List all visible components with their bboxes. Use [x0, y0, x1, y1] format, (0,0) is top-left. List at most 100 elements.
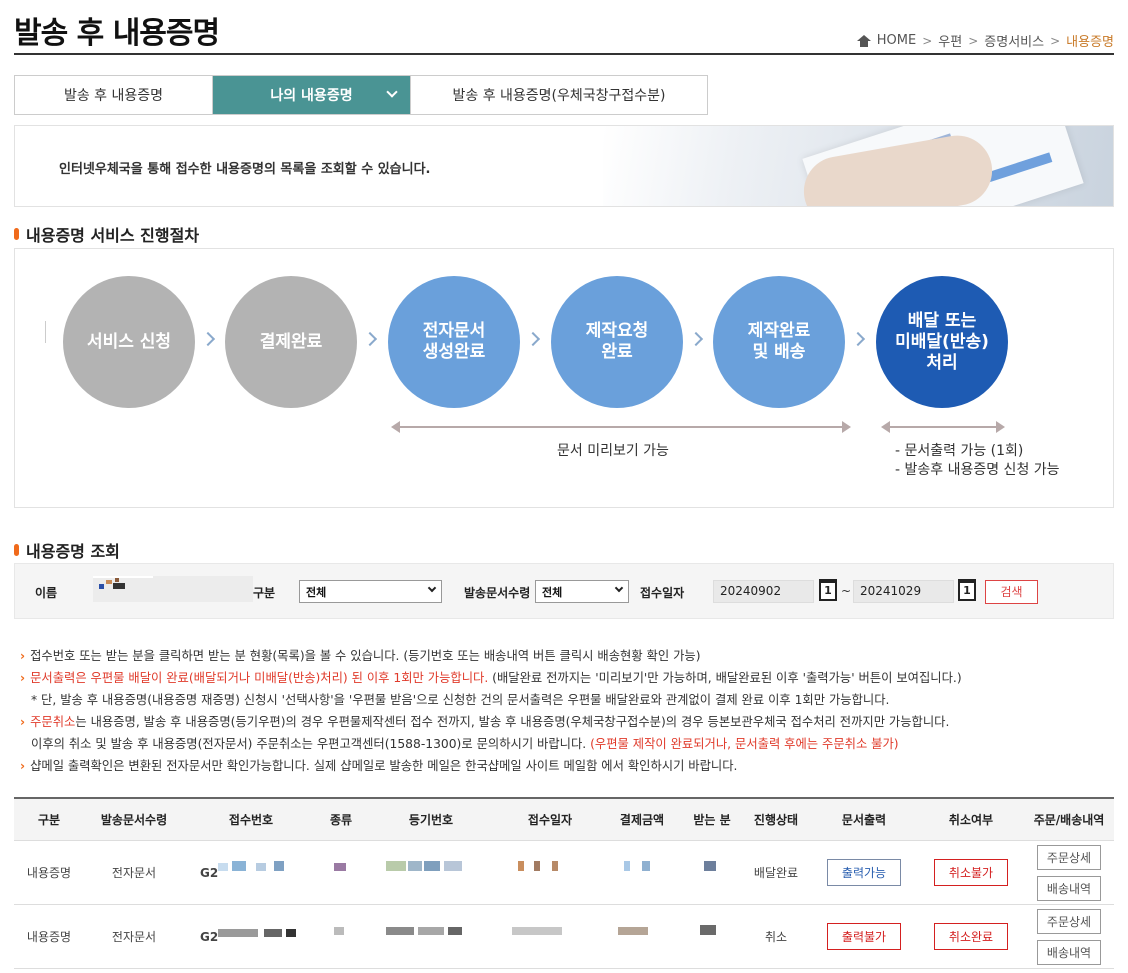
- step-delivery-processed: 배달 또는 미배달(반송) 처리: [876, 276, 1008, 408]
- cell-order-delivery: 주문상세 배송내역: [1024, 905, 1114, 968]
- calendar-icon[interactable]: 1: [819, 579, 837, 601]
- qty-label: 발송문서수령: [464, 586, 531, 600]
- cell-recipient[interactable]: [682, 905, 742, 968]
- order-detail-button[interactable]: 주문상세: [1037, 844, 1101, 870]
- delivery-history-button[interactable]: 배송내역: [1037, 939, 1101, 965]
- cell-cancel: 취소완료: [918, 905, 1024, 968]
- breadcrumb-separator-icon: >: [1050, 33, 1061, 48]
- home-icon[interactable]: [856, 34, 871, 47]
- search-title-text: 내용증명 조회: [26, 542, 120, 561]
- cell-type: 내용증명: [26, 930, 72, 944]
- breadcrumb-item-cert[interactable]: 증명서비스: [984, 31, 1044, 50]
- arrow-right-icon: [688, 331, 704, 347]
- table-row: 내용증명 전자문서 G2 배달완료 출력가능 취소불가 주문상세 배송내역: [14, 841, 1114, 905]
- type-select[interactable]: 전체: [299, 580, 442, 603]
- breadcrumb-item-post[interactable]: 우편: [938, 31, 962, 50]
- col-header: 접수번호: [228, 813, 274, 827]
- cell-amount: [602, 905, 682, 968]
- tab-after-send[interactable]: 발송 후 내용증명: [15, 76, 212, 114]
- step-production-shipped: 제작완료 및 배송: [713, 276, 845, 408]
- cancel-unavailable-button[interactable]: 취소불가: [934, 859, 1008, 886]
- arrow-right-icon: [525, 331, 541, 347]
- preview-note: 문서 미리보기 가능: [557, 443, 669, 459]
- chevron-down-icon: [614, 583, 624, 593]
- cell-print: 출력가능: [810, 841, 918, 904]
- date-to-input[interactable]: 20241029: [853, 580, 954, 603]
- cell-status: 취소: [764, 930, 788, 944]
- note-item: 이후의 취소 및 발송 후 내용증명(전자문서) 주문취소는 우편고객센터(15…: [31, 737, 899, 751]
- col-header: 결제금액: [619, 813, 665, 827]
- breadcrumb-current: 내용증명: [1066, 35, 1114, 50]
- cancel-complete-button[interactable]: 취소완료: [934, 923, 1008, 950]
- note-item: › 문서출력은 우편물 배달이 완료(배달되거나 미배달(반송)처리) 된 이후 …: [20, 671, 962, 685]
- cell-amount: [602, 841, 682, 904]
- tab-after-send-counter[interactable]: 발송 후 내용증명(우체국창구접수분): [410, 76, 707, 114]
- cell-recv: 전자문서: [111, 866, 157, 880]
- tab-my-certified[interactable]: 나의 내용증명: [212, 76, 410, 114]
- cell-kind: [318, 905, 364, 968]
- order-detail-button[interactable]: 주문상세: [1037, 908, 1101, 934]
- process-title-text: 내용증명 서비스 진행절차: [26, 226, 200, 245]
- calendar-icon[interactable]: 1: [958, 579, 976, 601]
- cell-cancel: 취소불가: [918, 841, 1024, 904]
- print-available-button[interactable]: 출력가능: [827, 859, 901, 886]
- cell-date: [498, 905, 602, 968]
- cell-recipient[interactable]: [682, 841, 742, 904]
- col-header: 받는 분: [693, 813, 731, 827]
- step-edoc-created: 전자문서 생성완료: [388, 276, 520, 408]
- qty-select[interactable]: 전체: [535, 580, 629, 603]
- section-bullet-icon: [14, 544, 19, 556]
- col-header: 취소여부: [948, 813, 994, 827]
- process-section-title: 내용증명 서비스 진행절차: [14, 222, 199, 246]
- search-section-title: 내용증명 조회: [14, 538, 120, 562]
- breadcrumb-separator-icon: >: [922, 33, 933, 48]
- usage-notes: › 접수번호 또는 받는 분을 클릭하면 받는 분 현황(목록)을 볼 수 있습니…: [20, 645, 962, 777]
- col-header: 구분: [37, 813, 61, 827]
- tab-bar: 발송 후 내용증명 나의 내용증명 발송 후 내용증명(우체국창구접수분): [14, 75, 708, 115]
- col-header: 문서출력: [841, 813, 887, 827]
- cell-receipt-no[interactable]: G2: [184, 905, 318, 968]
- process-diagram: 서비스 신청 결제완료 전자문서 생성완료 제작요청 완료 제작완료 및 배송 배달 …: [14, 248, 1114, 508]
- table-row: 내용증명 전자문서 G2 취소 출력불가 취소완료 주문상세 배송내역: [14, 905, 1114, 969]
- col-header: 등기번호: [408, 813, 454, 827]
- title-divider: [14, 53, 1114, 55]
- cell-registered-no[interactable]: [364, 841, 498, 904]
- cell-registered-no[interactable]: [364, 905, 498, 968]
- print-range-arrow: [881, 421, 1005, 433]
- date-from-input[interactable]: 20240902: [713, 580, 814, 603]
- chevron-down-icon: [427, 583, 437, 593]
- info-banner: 인터넷우체국을 통해 접수한 내용증명의 목록을 조회할 수 있습니다.: [14, 125, 1114, 207]
- chevron-down-icon[interactable]: [386, 86, 398, 98]
- cell-receipt-no[interactable]: G2: [184, 841, 318, 904]
- cell-order-delivery: 주문상세 배송내역: [1024, 841, 1114, 904]
- col-header: 주문/배송내역: [1033, 813, 1105, 827]
- banner-illustration: [603, 126, 1113, 206]
- page-title: 발송 후 내용증명: [14, 16, 220, 51]
- search-form: 이름 구분 전체 발송문서수령 전체 접수일자 20240902 1 ~ 202…: [14, 563, 1114, 619]
- type-label: 구분: [253, 586, 276, 600]
- delivery-history-button[interactable]: 배송내역: [1037, 875, 1101, 901]
- cell-kind: [318, 841, 364, 904]
- note-item: › 주문취소는 내용증명, 발송 후 내용증명(등기우편)의 경우 우편물제작센터…: [20, 715, 950, 729]
- cell-status: 배달완료: [753, 866, 799, 880]
- col-header: 발송문서수령: [100, 813, 168, 827]
- step-service-apply: 서비스 신청: [63, 276, 195, 408]
- note-item: * 단, 발송 후 내용증명(내용증명 재증명) 신청시 '선택사항'을 '우편…: [31, 693, 890, 707]
- step-production-requested: 제작요청 완료: [551, 276, 683, 408]
- name-label: 이름: [35, 586, 58, 600]
- breadcrumb-home[interactable]: HOME: [877, 33, 916, 48]
- tab-my-certified-label: 나의 내용증명: [270, 88, 353, 104]
- breadcrumb-separator-icon: >: [968, 33, 979, 48]
- note-item: › 샵메일 출력확인은 변환된 전자문서만 확인가능합니다. 실제 샵메일로 발송…: [20, 759, 738, 773]
- cell-print: 출력불가: [810, 905, 918, 968]
- divider: [45, 321, 46, 343]
- print-unavailable-button[interactable]: 출력불가: [827, 923, 901, 950]
- preview-range-arrow: [391, 421, 851, 433]
- search-button[interactable]: 검색: [985, 580, 1038, 604]
- col-header: 접수일자: [527, 813, 573, 827]
- section-bullet-icon: [14, 228, 19, 240]
- arrow-right-icon: [362, 331, 378, 347]
- breadcrumb: HOME > 우편 > 증명서비스 > 내용증명: [856, 31, 1114, 50]
- date-label: 접수일자: [640, 586, 685, 600]
- banner-text: 인터넷우체국을 통해 접수한 내용증명의 목록을 조회할 수 있습니다.: [59, 162, 431, 177]
